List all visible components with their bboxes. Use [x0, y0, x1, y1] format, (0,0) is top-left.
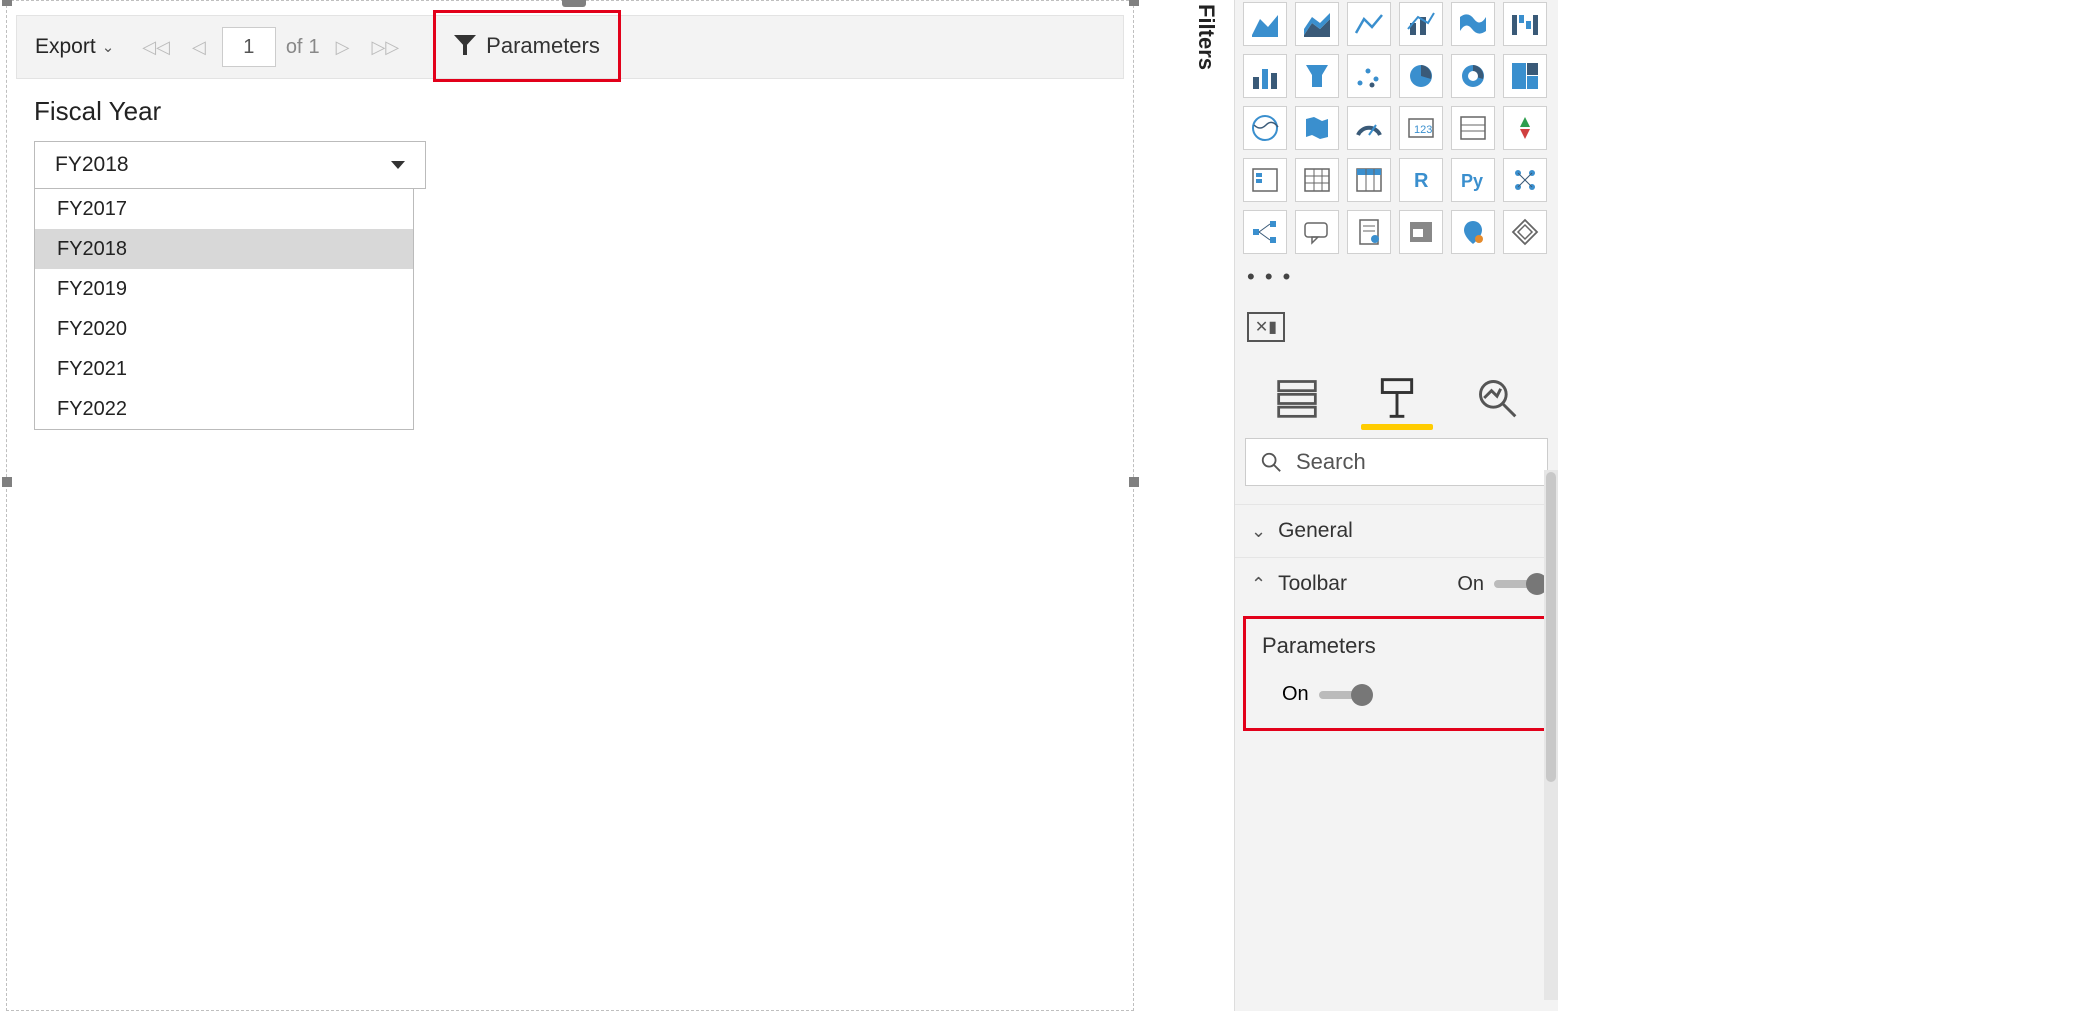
format-search-input[interactable]: Search	[1245, 438, 1548, 486]
viz-paginated-icon[interactable]	[1347, 210, 1391, 254]
viz-table-icon[interactable]	[1295, 158, 1339, 202]
svg-text:R: R	[1414, 170, 1429, 192]
viz-keyinfluencers-icon[interactable]	[1503, 158, 1547, 202]
viz-pie-icon[interactable]	[1399, 54, 1443, 98]
toggle-track	[1494, 580, 1542, 588]
viz-slicer-icon[interactable]	[1243, 158, 1287, 202]
svg-text:123: 123	[1414, 124, 1432, 136]
parameters-toggle[interactable]: On	[1282, 683, 1531, 706]
fields-tab-icon[interactable]	[1275, 376, 1319, 420]
parameter-label: Fiscal Year	[34, 96, 434, 127]
analytics-tab-icon[interactable]	[1475, 376, 1519, 420]
dropdown-option[interactable]: FY2022	[35, 389, 413, 429]
viz-treemap-icon[interactable]	[1503, 54, 1547, 98]
format-tab-switch	[1235, 376, 1558, 420]
viz-stacked-area-icon[interactable]	[1295, 2, 1339, 46]
caret-down-icon	[391, 161, 405, 169]
fiscal-year-dropdown[interactable]: FY2018 FY2017FY2018FY2019FY2020FY2021FY2…	[34, 141, 426, 189]
remove-visual-button[interactable]: ✕▮	[1247, 312, 1285, 342]
viz-combo-icon[interactable]	[1399, 2, 1443, 46]
toolbar-section[interactable]: ⌃ Toolbar On	[1235, 557, 1558, 610]
viz-card-icon[interactable]: 123	[1399, 106, 1443, 150]
viz-powerapps-icon[interactable]	[1503, 210, 1547, 254]
viz-arcgis-icon[interactable]	[1451, 210, 1495, 254]
last-page-button[interactable]: ▷▷	[365, 37, 405, 58]
parameters-button[interactable]: Parameters	[433, 10, 621, 82]
viz-qna-icon[interactable]	[1295, 210, 1339, 254]
resize-handle-w[interactable]	[2, 477, 12, 487]
toolbar-toggle[interactable]: On	[1457, 573, 1542, 596]
chevron-up-icon: ⌃	[1251, 574, 1266, 595]
dropdown-selected-value: FY2018	[55, 153, 129, 177]
svg-text:Py: Py	[1461, 171, 1483, 191]
viz-gallery: 123 R Py	[1235, 0, 1558, 260]
export-button[interactable]: Export ⌄	[27, 29, 122, 65]
active-tab-indicator	[1361, 424, 1433, 430]
funnel-icon	[454, 35, 476, 57]
dropdown-option[interactable]: FY2017	[35, 189, 413, 229]
general-label: General	[1278, 519, 1353, 543]
dropdown-option[interactable]: FY2018	[35, 229, 413, 269]
parameters-button-label: Parameters	[486, 33, 600, 59]
resize-handle-nw[interactable]	[2, 0, 12, 6]
resize-handle-e[interactable]	[1129, 477, 1139, 487]
viz-filled-map-icon[interactable]	[1295, 106, 1339, 150]
chevron-down-icon: ⌄	[1251, 521, 1266, 542]
toggle-track	[1319, 691, 1367, 699]
format-pane-scrollbar[interactable]	[1544, 470, 1558, 1000]
prev-page-button[interactable]: ◁	[186, 37, 212, 58]
viz-multirow-icon[interactable]	[1451, 106, 1495, 150]
viz-area-chart-icon[interactable]	[1243, 2, 1287, 46]
parameter-area: Fiscal Year FY2018 FY2017FY2018FY2019FY2…	[34, 96, 434, 189]
format-tab-icon[interactable]	[1375, 376, 1419, 420]
paginated-report-toolbar: Export ⌄ ◁◁ ◁ of 1 ▷ ▷▷ Parameters	[16, 15, 1124, 79]
search-icon	[1260, 451, 1282, 473]
viz-matrix-icon[interactable]	[1347, 158, 1391, 202]
viz-python-icon[interactable]: Py	[1451, 158, 1495, 202]
more-visuals-button[interactable]: • • •	[1235, 260, 1558, 294]
viz-waterfall-icon[interactable]	[1503, 2, 1547, 46]
page-count-label: of 1	[286, 36, 320, 59]
toggle-thumb	[1351, 684, 1373, 706]
toolbar-section-label: Toolbar	[1278, 572, 1347, 596]
viz-ribbon-icon[interactable]	[1451, 2, 1495, 46]
export-label: Export	[35, 35, 96, 59]
dropdown-list: FY2017FY2018FY2019FY2020FY2021FY2022	[34, 188, 414, 430]
general-section[interactable]: ⌄ General	[1235, 504, 1558, 557]
dropdown-option[interactable]: FY2021	[35, 349, 413, 389]
viz-narrative-icon[interactable]	[1399, 210, 1443, 254]
filters-pane-tab[interactable]: Filters	[1185, 0, 1227, 110]
parameters-setting-highlight: Parameters On	[1243, 616, 1550, 731]
dropdown-option[interactable]: FY2019	[35, 269, 413, 309]
viz-bar-icon[interactable]	[1243, 54, 1287, 98]
parameters-setting-label: Parameters	[1262, 633, 1531, 659]
visualizations-pane: 123 R Py • • • ✕▮ Search ⌄ General ⌃	[1234, 0, 1558, 1011]
viz-kpi-icon[interactable]	[1503, 106, 1547, 150]
dropdown-selected[interactable]: FY2018	[35, 142, 425, 188]
pager: ◁◁ ◁ of 1 ▷ ▷▷	[136, 27, 405, 67]
resize-handle-ne[interactable]	[1129, 0, 1139, 6]
chevron-down-icon: ⌄	[102, 38, 115, 56]
filters-tab-label: Filters	[1193, 4, 1219, 70]
parameters-toggle-state: On	[1282, 683, 1309, 706]
viz-r-icon[interactable]: R	[1399, 158, 1443, 202]
report-canvas: Export ⌄ ◁◁ ◁ of 1 ▷ ▷▷ Parameters Fisca…	[6, 0, 1134, 1011]
viz-map-icon[interactable]	[1243, 106, 1287, 150]
viz-funnel-icon[interactable]	[1295, 54, 1339, 98]
toolbar-toggle-state: On	[1457, 573, 1484, 596]
page-number-input[interactable]	[222, 27, 276, 67]
search-placeholder: Search	[1296, 449, 1366, 475]
viz-line-icon[interactable]	[1347, 2, 1391, 46]
viz-gauge-icon[interactable]	[1347, 106, 1391, 150]
scrollbar-thumb[interactable]	[1546, 472, 1556, 782]
first-page-button[interactable]: ◁◁	[136, 37, 176, 58]
resize-handle-n[interactable]	[562, 0, 586, 7]
viz-scatter-icon[interactable]	[1347, 54, 1391, 98]
next-page-button[interactable]: ▷	[330, 37, 356, 58]
viz-donut-icon[interactable]	[1451, 54, 1495, 98]
viz-decomposition-icon[interactable]	[1243, 210, 1287, 254]
dropdown-option[interactable]: FY2020	[35, 309, 413, 349]
